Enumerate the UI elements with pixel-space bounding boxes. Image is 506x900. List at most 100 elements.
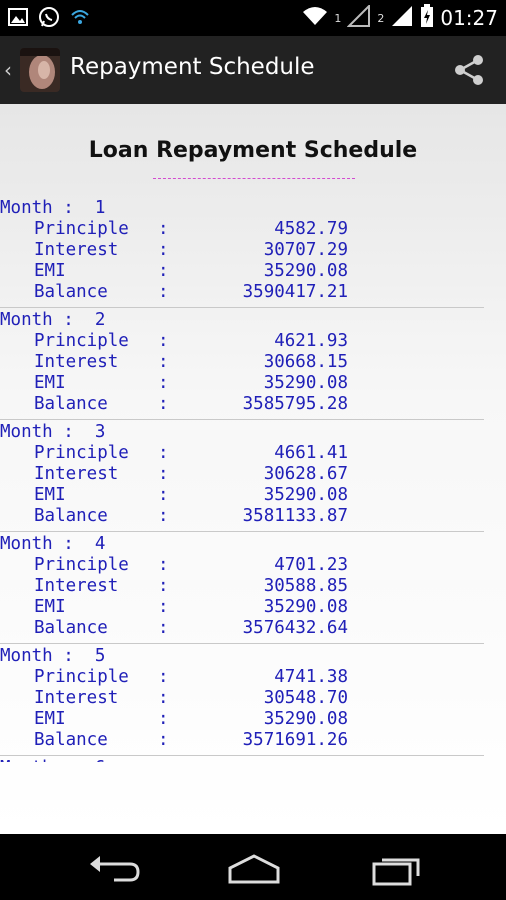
image-icon: [8, 8, 28, 30]
emi-row: EMI: 35290.08: [0, 261, 484, 282]
interest-value: 30548.70: [263, 688, 348, 708]
interest-row: Interest: 30588.85: [0, 576, 484, 597]
schedule-entry: Month : 4 Principle: 4701.23 Interest: 30588…: [0, 532, 484, 644]
app-logo[interactable]: [20, 48, 60, 92]
principle-row: Principle: 4621.93: [0, 331, 484, 352]
month-label: Month : 6: [0, 758, 105, 762]
interest-value: 30628.67: [263, 464, 348, 484]
balance-label: Balance: [34, 282, 108, 302]
balance-value: 3585795.28: [242, 394, 348, 414]
principle-label: Principle: [34, 331, 129, 351]
interest-row: Interest: 30707.29: [0, 240, 484, 261]
clock: 01:27: [440, 6, 498, 30]
page-title: Repayment Schedule: [70, 54, 315, 80]
interest-label: Interest: [34, 240, 119, 260]
principle-value: 4621.93: [274, 331, 348, 351]
emi-value: 35290.08: [263, 485, 348, 505]
separator-colon: :: [158, 443, 169, 463]
schedule-entry: Month : 3 Principle: 4661.41 Interest: 30628…: [0, 420, 484, 532]
emi-label: EMI: [34, 485, 66, 505]
recents-icon[interactable]: [368, 852, 428, 886]
schedule-entry: Month : 5 Principle: 4741.38 Interest: 30548…: [0, 644, 484, 756]
home-icon[interactable]: [224, 852, 284, 886]
separator-colon: :: [158, 485, 169, 505]
sim2-label: 2: [377, 11, 385, 25]
separator-colon: :: [158, 555, 169, 575]
principle-row: Principle: 4701.23: [0, 555, 484, 576]
status-bar: 1 2 01:27: [0, 0, 506, 36]
interest-label: Interest: [34, 464, 119, 484]
emi-value: 35290.08: [263, 709, 348, 729]
balance-value: 3576432.64: [242, 618, 348, 638]
interest-row: Interest: 30628.67: [0, 464, 484, 485]
separator-colon: :: [158, 709, 169, 729]
month-label: Month : 4: [0, 534, 106, 554]
interest-label: Interest: [34, 688, 119, 708]
interest-row: Interest: 30548.70: [0, 688, 484, 709]
balance-label: Balance: [34, 506, 108, 526]
emi-row: EMI: 35290.08: [0, 485, 484, 506]
share-icon[interactable]: [452, 52, 488, 88]
separator-colon: :: [158, 394, 169, 414]
sim1-label: 1: [334, 11, 342, 25]
schedule-entry: Month : 1 Principle: 4582.79 Interest: 30707…: [0, 196, 484, 308]
navigation-bar: [0, 834, 506, 900]
chevron-left-icon[interactable]: ‹: [4, 58, 12, 82]
separator-colon: :: [158, 352, 169, 372]
principle-label: Principle: [34, 219, 129, 239]
whatsapp-icon: [38, 6, 60, 32]
balance-row: Balance: 3590417.21: [0, 282, 484, 303]
interest-row: Interest: 30668.15: [0, 352, 484, 373]
battery-icon: [420, 4, 434, 32]
action-bar: ‹ Repayment Schedule: [0, 36, 506, 106]
separator-colon: :: [158, 618, 169, 638]
month-label: Month : 3: [0, 422, 106, 442]
interest-label: Interest: [34, 352, 119, 372]
content-area[interactable]: Loan Repayment Schedule Month : 1 Princip…: [0, 104, 506, 834]
wifi-icon: [70, 7, 90, 31]
wifi-icon: [302, 6, 328, 30]
month-label: Month : 2: [0, 310, 106, 330]
separator-colon: :: [158, 219, 169, 239]
balance-value: 3571691.26: [242, 730, 348, 750]
separator-colon: :: [158, 331, 169, 351]
emi-label: EMI: [34, 709, 66, 729]
separator-colon: :: [158, 667, 169, 687]
signal-icon: [390, 5, 414, 31]
interest-label: Interest: [34, 576, 119, 596]
principle-label: Principle: [34, 667, 129, 687]
principle-row: Principle: 4661.41: [0, 443, 484, 464]
balance-row: Balance: 3576432.64: [0, 618, 484, 639]
emi-row: EMI: 35290.08: [0, 373, 484, 394]
emi-value: 35290.08: [263, 261, 348, 281]
separator-colon: :: [158, 282, 169, 302]
balance-value: 3590417.21: [242, 282, 348, 302]
interest-value: 30668.15: [263, 352, 348, 372]
separator-colon: :: [158, 597, 169, 617]
principle-row: Principle: 4741.38: [0, 667, 484, 688]
separator-colon: :: [158, 506, 169, 526]
separator-colon: :: [158, 261, 169, 281]
separator-colon: :: [158, 373, 169, 393]
schedule-entry: Month : 2 Principle: 4621.93 Interest: 30668…: [0, 308, 484, 420]
balance-row: Balance: 3585795.28: [0, 394, 484, 415]
balance-label: Balance: [34, 618, 108, 638]
principle-label: Principle: [34, 443, 129, 463]
emi-label: EMI: [34, 373, 66, 393]
separator-colon: :: [158, 688, 169, 708]
separator-colon: :: [158, 730, 169, 750]
separator-colon: :: [158, 576, 169, 596]
separator-colon: :: [158, 240, 169, 260]
signal-icon: [346, 3, 371, 31]
month-label: Month : 1: [0, 198, 106, 218]
balance-row: Balance: 3571691.26: [0, 730, 484, 751]
back-icon[interactable]: [84, 852, 144, 886]
balance-value: 3581133.87: [242, 506, 348, 526]
separator-colon: :: [158, 464, 169, 484]
principle-value: 4661.41: [274, 443, 348, 463]
schedule-list[interactable]: Month : 1 Principle:4582.79 Interest:30707…: [0, 196, 506, 762]
month-label: Month : 5: [0, 646, 106, 666]
balance-label: Balance: [34, 730, 108, 750]
emi-value: 35290.08: [263, 373, 348, 393]
principle-value: 4701.23: [274, 555, 348, 575]
